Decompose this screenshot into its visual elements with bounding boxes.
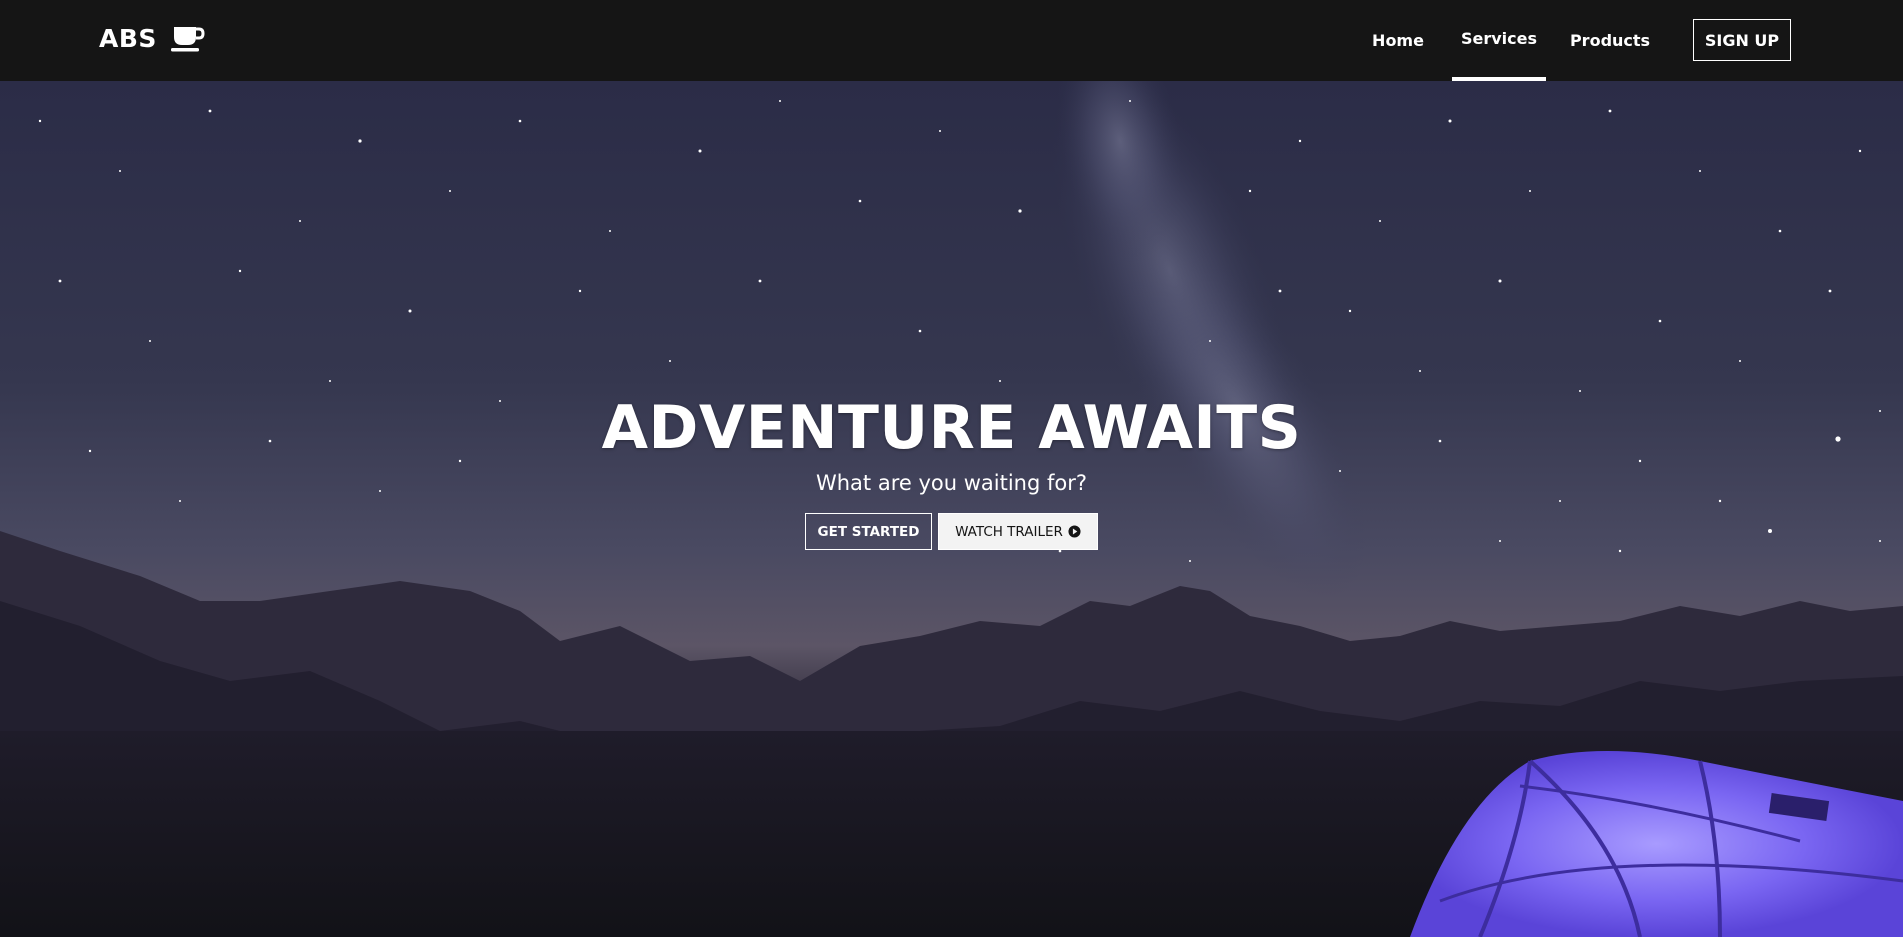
logo-text: ABS — [99, 24, 157, 53]
watch-trailer-label: WATCH TRAILER — [955, 523, 1063, 540]
navbar: ABS Home Services Products SIGN UP — [0, 0, 1903, 81]
hero-section: ADVENTURE AWAITS What are you waiting fo… — [0, 81, 1903, 937]
nav-home-label: Home — [1372, 31, 1424, 50]
hero-subtitle: What are you waiting for? — [815, 471, 1088, 495]
nav-links: Home Services Products — [1360, 0, 1666, 81]
coffee-cup-icon — [170, 26, 205, 51]
logo[interactable]: ABS — [99, 24, 205, 53]
nav-services-link[interactable]: Services — [1452, 0, 1546, 81]
watch-trailer-button[interactable]: WATCH TRAILER — [938, 513, 1098, 550]
signup-label: SIGN UP — [1704, 30, 1780, 50]
nav-services-label: Services — [1460, 29, 1538, 48]
nav-products-link[interactable]: Products — [1554, 0, 1666, 81]
get-started-label: GET STARTED — [817, 523, 920, 540]
hero-content: ADVENTURE AWAITS What are you waiting fo… — [0, 391, 1903, 550]
get-started-button[interactable]: GET STARTED — [805, 513, 932, 550]
play-circle-icon — [1068, 525, 1081, 538]
nav-products-label: Products — [1569, 31, 1651, 50]
signup-button[interactable]: SIGN UP — [1693, 19, 1791, 61]
nav-home-link[interactable]: Home — [1360, 0, 1436, 81]
hero-title: ADVENTURE AWAITS — [601, 393, 1302, 463]
hero-buttons: GET STARTED WATCH TRAILER — [0, 513, 1903, 550]
